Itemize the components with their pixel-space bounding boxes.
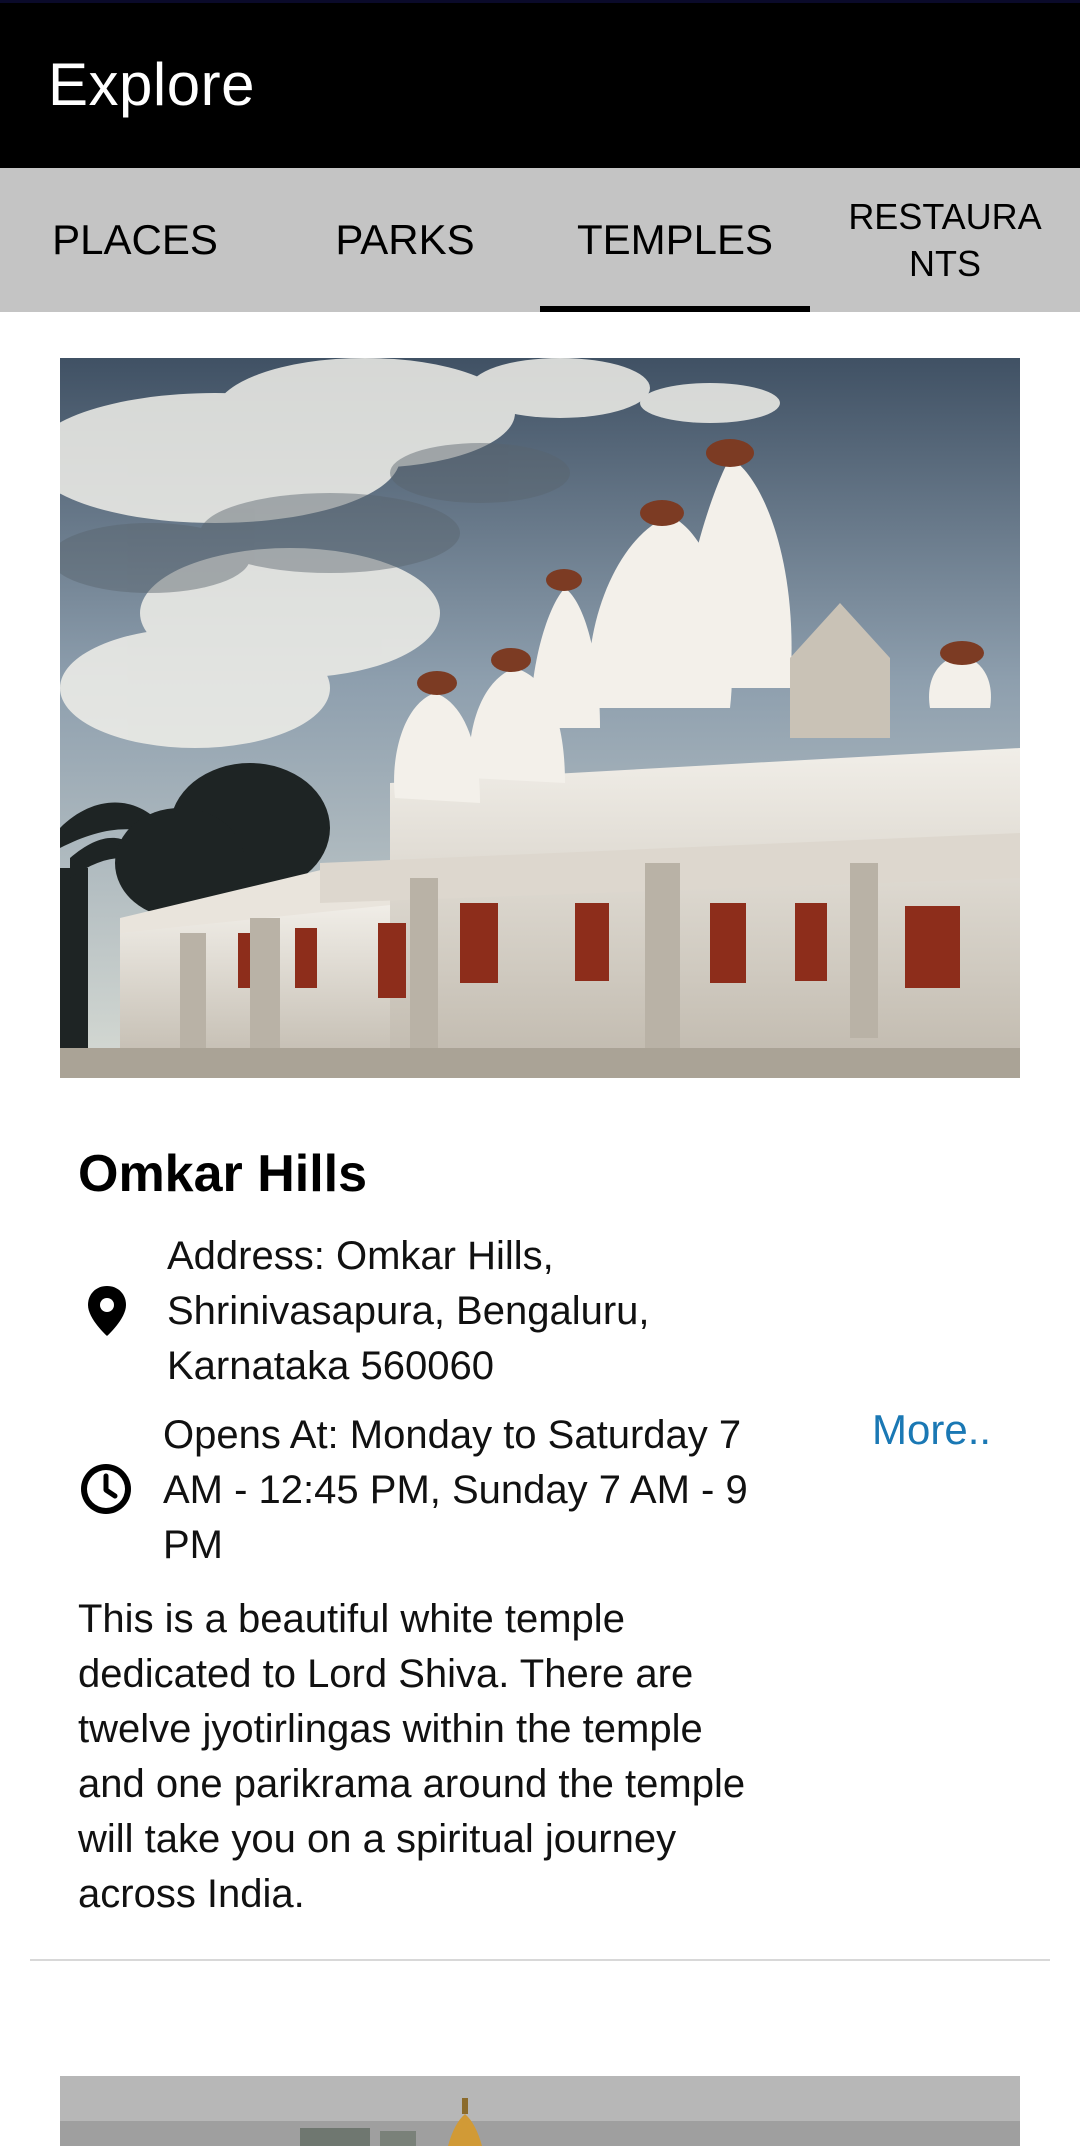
more-link[interactable]: More.. [872, 1402, 991, 1457]
clock-icon [79, 1462, 133, 1516]
page-title: Explore [48, 51, 255, 118]
description-line-1: This is a beautiful white temple [78, 1597, 625, 1641]
app-bar: Explore [0, 0, 1080, 168]
address-line-1: Address: Omkar Hills, [167, 1234, 554, 1278]
tab-parks[interactable]: PARKS [270, 168, 540, 312]
address-line-2: Shrinivasapura, Bengaluru, [167, 1289, 650, 1333]
location-pin-icon [86, 1284, 128, 1338]
temple-title: Omkar Hills [78, 1145, 368, 1203]
status-line [0, 0, 1080, 3]
description-line-6: across India. [78, 1872, 305, 1916]
card-divider [30, 1959, 1050, 1961]
tab-temples[interactable]: TEMPLES [540, 168, 810, 312]
description-line-5: will take you on a spiritual journey [78, 1817, 677, 1861]
address-line-3: Karnataka 560060 [167, 1344, 494, 1388]
hours-line-1: Opens At: Monday to Saturday 7 [163, 1413, 742, 1457]
temple-description: This is a beautiful white temple dedicat… [78, 1592, 838, 1922]
hours-line-3: PM [163, 1523, 223, 1567]
description-line-2: dedicated to Lord Shiva. There are [78, 1652, 694, 1696]
tab-restaurants[interactable]: RESTAURA NTS [810, 168, 1080, 312]
next-temple-photo [60, 2076, 1020, 2146]
temple-photo [60, 358, 1020, 1078]
explore-screen: Explore PLACES PARKS TEMPLES RESTAURA NT… [0, 0, 1080, 2146]
tab-places[interactable]: PLACES [0, 168, 270, 312]
next-card-image[interactable] [60, 2076, 1020, 2146]
tab-bar: PLACES PARKS TEMPLES RESTAURA NTS [0, 168, 1080, 312]
description-line-4: and one parikrama around the temple [78, 1762, 746, 1806]
temple-list[interactable]: Omkar Hills Address: Omkar Hills, Shrini… [0, 312, 1080, 2146]
hours-line-2: AM - 12:45 PM, Sunday 7 AM - 9 [163, 1468, 748, 1512]
description-line-3: twelve jyotirlingas within the temple [78, 1707, 703, 1751]
temple-image[interactable] [60, 358, 1020, 1078]
